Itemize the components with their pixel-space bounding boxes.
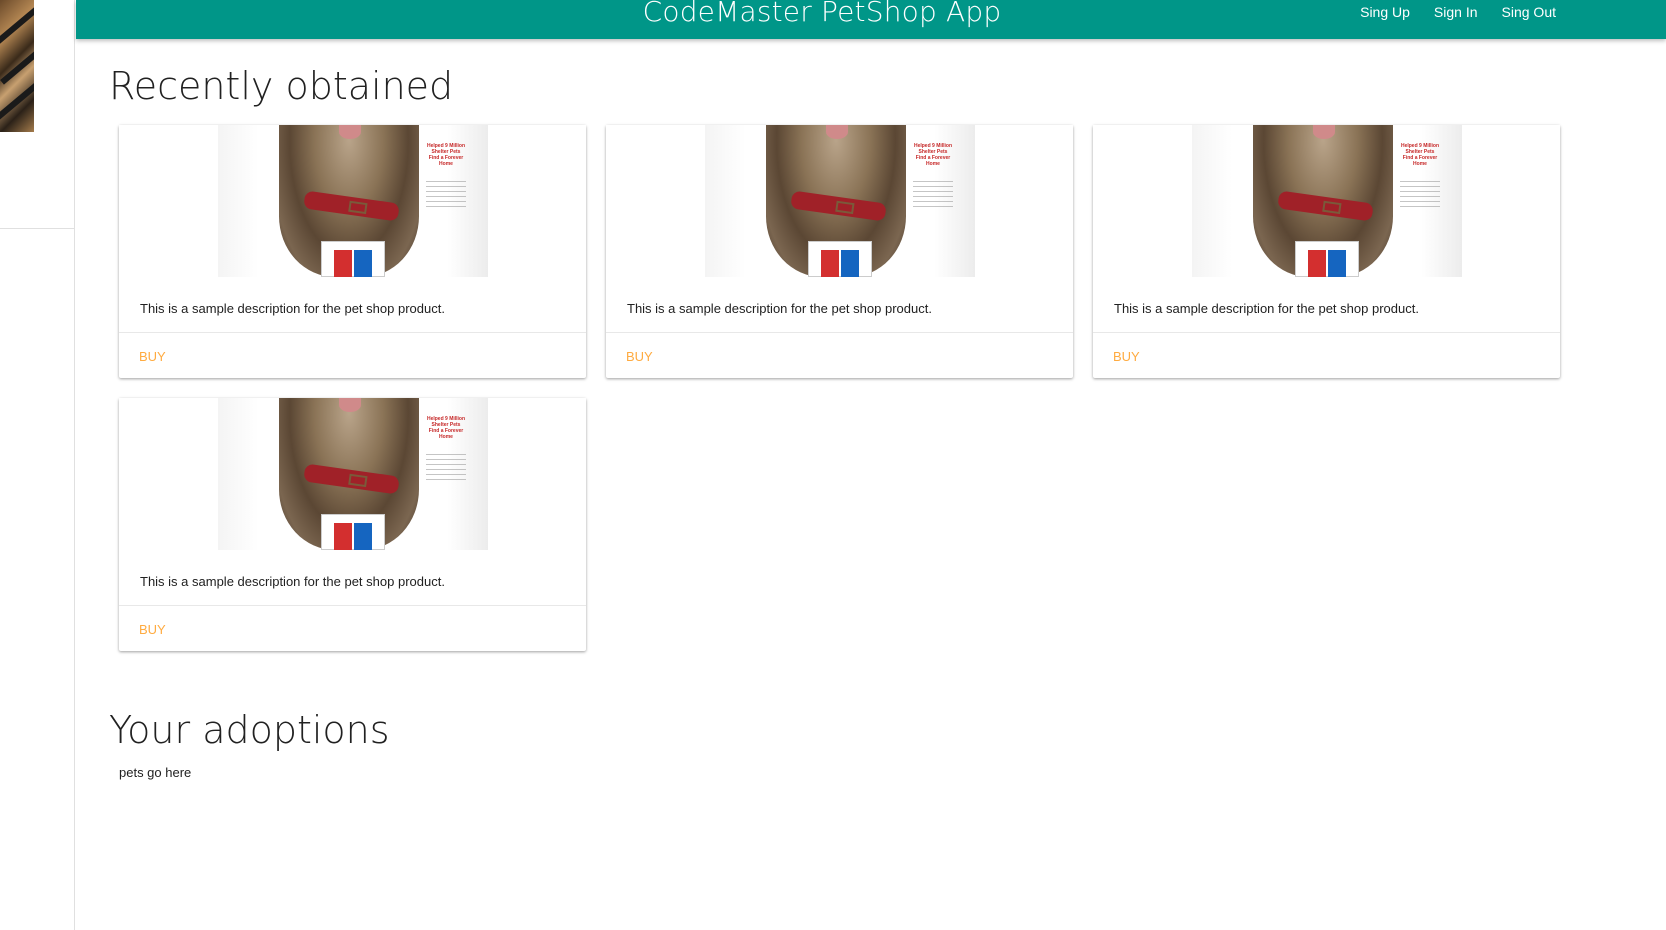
product-description: This is a sample description for the pet… (627, 301, 932, 316)
sidebar-divider (0, 228, 75, 229)
sidebar (0, 0, 75, 930)
buy-button[interactable]: BUY (626, 349, 653, 364)
nav-sign-in-link[interactable]: Sign In (1422, 4, 1490, 20)
product-image: Helped 9 Million Shelter Pets Find a For… (1093, 125, 1560, 277)
nav-links: Sing Up Sign In Sing Out (1348, 4, 1568, 20)
nav-sign-out-link[interactable]: Sing Out (1490, 4, 1568, 20)
sidebar-avatar-image (0, 0, 34, 132)
product-image: Helped 9 Million Shelter Pets Find a For… (119, 125, 586, 277)
buy-button[interactable]: BUY (1113, 349, 1140, 364)
adoptions-placeholder-text: pets go here (119, 765, 192, 780)
recently-obtained-heading: Recently obtained (109, 64, 454, 108)
product-description: This is a sample description for the pet… (140, 301, 445, 316)
product-description: This is a sample description for the pet… (1114, 301, 1419, 316)
product-description: This is a sample description for the pet… (140, 574, 445, 589)
product-image: Helped 9 Million Shelter Pets Find a For… (119, 398, 586, 550)
product-card: Helped 9 Million Shelter Pets Find a For… (119, 125, 586, 378)
bag-print-text: Helped 9 Million Shelter Pets Find a For… (913, 143, 953, 167)
card-divider (1093, 332, 1560, 333)
product-card: Helped 9 Million Shelter Pets Find a For… (1093, 125, 1560, 378)
bag-print-text: Helped 9 Million Shelter Pets Find a For… (426, 416, 466, 440)
card-divider (606, 332, 1073, 333)
your-adoptions-heading: Your adoptions (109, 708, 390, 752)
product-image: Helped 9 Million Shelter Pets Find a For… (606, 125, 1073, 277)
nav-sign-up-link[interactable]: Sing Up (1348, 4, 1422, 20)
product-card: Helped 9 Million Shelter Pets Find a For… (119, 398, 586, 651)
app-bar: CodeMaster PetShop App Sing Up Sign In S… (76, 0, 1666, 39)
app-title: CodeMaster PetShop App (642, 0, 1002, 28)
bag-print-text: Helped 9 Million Shelter Pets Find a For… (426, 143, 466, 167)
card-divider (119, 332, 586, 333)
buy-button[interactable]: BUY (139, 349, 166, 364)
product-card: Helped 9 Million Shelter Pets Find a For… (606, 125, 1073, 378)
card-divider (119, 605, 586, 606)
buy-button[interactable]: BUY (139, 622, 166, 637)
bag-print-text: Helped 9 Million Shelter Pets Find a For… (1400, 143, 1440, 167)
